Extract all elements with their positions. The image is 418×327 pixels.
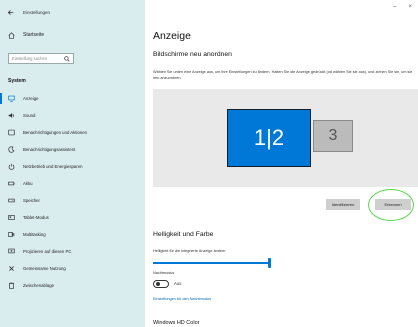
sidebar-item-label: Akku (23, 181, 33, 186)
sidebar-item-label: Gemeinsame Nutzung (23, 266, 66, 271)
back-arrow-icon[interactable] (6, 8, 14, 16)
brightness-slider-thumb[interactable] (268, 258, 271, 268)
sidebar-item-notifications[interactable]: Benachrichtigungen und Aktionen (0, 124, 145, 141)
page-title: Anzeige (153, 30, 191, 42)
brightness-slider-track[interactable] (153, 262, 270, 264)
titlebar: Einstellungen (6, 6, 50, 18)
focus-assist-icon (8, 146, 15, 153)
night-mode-toggle[interactable] (153, 280, 169, 288)
power-icon (8, 163, 15, 170)
rearrange-displays-heading: Bildschirme neu anordnen (153, 51, 232, 58)
shared-experiences-icon (8, 265, 15, 272)
close-button[interactable]: × (408, 4, 412, 10)
brightness-slider-label: Helligkeit für die integrierte Anzeige ä… (153, 249, 226, 253)
project-icon (8, 248, 15, 255)
minimize-button[interactable]: – (393, 4, 396, 10)
identify-button[interactable]: Identifizieren (326, 199, 360, 210)
window-controls: – × (393, 4, 412, 10)
sidebar-item-label: Anzeige (23, 96, 39, 101)
sidebar-item-shared-experiences[interactable]: Gemeinsame Nutzung (0, 260, 145, 277)
monitor-1-2[interactable]: 1|2 (227, 109, 311, 167)
sidebar-item-label: Speicher (23, 198, 40, 203)
sidebar-item-focus-assist[interactable]: Benachrichtigungsassistent (0, 141, 145, 158)
sidebar: Einstellungen Startseite Einstellung suc… (0, 0, 145, 327)
hd-color-heading: Windows HD Color (153, 320, 200, 326)
search-icon[interactable] (64, 56, 70, 62)
display-icon (8, 95, 15, 102)
tablet-icon (8, 214, 15, 221)
night-mode-settings-link[interactable]: Einstellungen für den Nachtmodus (153, 297, 211, 301)
sidebar-item-label: Projizieren auf diesen PC (23, 249, 72, 254)
toggle-knob (156, 282, 160, 286)
sidebar-nav: Anzeige Sound Benachrichtigungen und Akt… (0, 90, 145, 294)
sidebar-item-battery[interactable]: Akku (0, 175, 145, 192)
night-mode-state: Aus (174, 281, 182, 286)
app-title: Einstellungen (23, 9, 51, 15)
sidebar-item-anzeige[interactable]: Anzeige (0, 90, 145, 107)
home-icon (8, 31, 15, 39)
system-section-heading: System (8, 78, 26, 84)
home-label: Startseite (23, 32, 45, 38)
sidebar-item-clipboard[interactable]: Zwischenablage (0, 277, 145, 294)
sidebar-item-sound[interactable]: Sound (0, 107, 145, 124)
multitasking-icon (8, 231, 15, 238)
clipboard-icon (8, 282, 15, 289)
highlight-circle (368, 189, 414, 221)
sidebar-item-project[interactable]: Projizieren auf diesen PC (0, 243, 145, 260)
sound-icon (8, 112, 15, 119)
sidebar-item-label: Sound (23, 113, 36, 118)
night-mode-label: Nachtmodus (153, 271, 175, 275)
battery-icon (8, 180, 15, 187)
main-content: – × Anzeige Bildschirme neu anordnen Wäh… (145, 0, 418, 327)
monitor-3[interactable]: 3 (313, 120, 353, 152)
sidebar-item-label: Zwischenablage (23, 283, 55, 288)
sidebar-item-tablet-mode[interactable]: Tablet-Modus (0, 209, 145, 226)
search-placeholder: Einstellung suchen (12, 56, 48, 61)
display-arrangement-area[interactable]: 1|2 3 (153, 89, 418, 187)
sidebar-item-power[interactable]: Netzbetrieb und Energiesparen (0, 158, 145, 175)
sidebar-item-multitasking[interactable]: Multitasking (0, 226, 145, 243)
brightness-color-heading: Helligkeit und Farbe (153, 231, 214, 238)
sidebar-home[interactable]: Startseite (0, 28, 145, 42)
sidebar-item-label: Netzbetrieb und Energiesparen (23, 164, 83, 169)
sidebar-item-label: Benachrichtigungen und Aktionen (23, 130, 88, 135)
storage-icon (8, 197, 15, 204)
sidebar-item-storage[interactable]: Speicher (0, 192, 145, 209)
settings-search-input[interactable]: Einstellung suchen (8, 53, 74, 64)
sidebar-item-label: Benachrichtigungsassistent (23, 147, 76, 152)
notifications-icon (8, 129, 15, 136)
sidebar-item-label: Multitasking (23, 232, 46, 237)
sidebar-item-label: Tablet-Modus (23, 215, 49, 220)
rearrange-description: Wählen Sie unten eine Anzeige aus, um ih… (153, 70, 413, 80)
